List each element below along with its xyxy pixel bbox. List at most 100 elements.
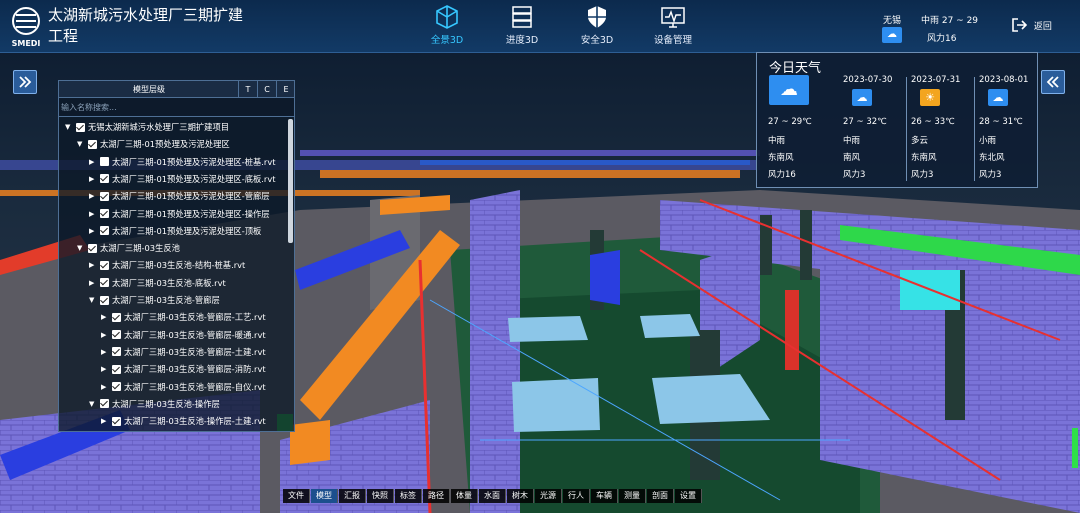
tree-node[interactable]: ▶ 太湖厂三期-01预处理及污泥处理区-顶板 <box>89 224 261 238</box>
expand-caret-icon[interactable]: ▶ <box>89 261 97 269</box>
expand-caret-icon[interactable]: ▶ <box>89 158 97 166</box>
forecast-temp: 28 ~ 31℃ <box>979 117 1023 127</box>
expand-caret-icon[interactable]: ▶ <box>101 365 109 373</box>
forecast-wind-direction: 南风 <box>843 153 861 163</box>
expand-caret-icon[interactable]: ▶ <box>101 383 109 391</box>
tree-node[interactable]: ▶ 太湖厂三期-03生反池-底板.rvt <box>89 276 226 290</box>
visibility-checkbox[interactable] <box>88 243 97 253</box>
expand-caret-icon[interactable]: ▶ <box>89 175 97 183</box>
toolbar-button[interactable]: 水面 <box>479 489 506 503</box>
rain-cloud-icon: ☁ <box>882 27 902 43</box>
visibility-checkbox[interactable] <box>100 260 109 270</box>
tree-node[interactable]: ▶ 太湖厂三期-03生反池-管廊层-暖通.rvt <box>101 328 266 342</box>
visibility-checkbox[interactable] <box>100 157 109 167</box>
toolbar-button[interactable]: 快照 <box>367 489 394 503</box>
visibility-checkbox[interactable] <box>112 416 121 426</box>
tree-node[interactable]: ▶ 太湖厂三期-01预处理及污泥处理区-操作层 <box>89 207 270 221</box>
expand-left-panel-button[interactable] <box>13 70 37 94</box>
visibility-checkbox[interactable] <box>112 312 121 322</box>
visibility-checkbox[interactable] <box>100 295 109 305</box>
toolbar-button[interactable]: 光源 <box>535 489 562 503</box>
toolbar-button[interactable]: 路径 <box>423 489 450 503</box>
tree-scrollbar[interactable] <box>288 119 293 243</box>
visibility-checkbox[interactable] <box>100 174 109 184</box>
forecast-condition: 小雨 <box>979 136 997 146</box>
visibility-checkbox[interactable] <box>100 278 109 288</box>
tree-node[interactable]: ▶ 太湖厂三期-03生反池-管廊层-工艺.rvt <box>101 310 266 324</box>
forecast-condition: 多云 <box>911 136 929 146</box>
nav-panorama-3d[interactable]: 全景3D <box>412 4 482 46</box>
weather-title: 今日天气 <box>769 61 822 76</box>
tree-node-label: 太湖厂三期-03生反池-管廊层-土建.rvt <box>124 346 266 357</box>
nav-safety-3d[interactable]: 安全3D <box>562 4 632 46</box>
back-button[interactable]: 返回 <box>1012 18 1052 32</box>
tree-node-label: 太湖厂三期-03生反池 <box>100 243 180 254</box>
visibility-checkbox[interactable] <box>76 122 85 132</box>
back-label: 返回 <box>1033 21 1052 32</box>
expand-caret-icon[interactable]: ▶ <box>101 417 109 425</box>
collapse-caret-icon[interactable]: ▼ <box>77 140 85 148</box>
expand-caret-icon[interactable]: ▶ <box>101 331 109 339</box>
expand-caret-icon[interactable]: ▶ <box>89 192 97 200</box>
tree-node[interactable]: ▶ 太湖厂三期-03生反池-管廊层-土建.rvt <box>101 345 266 359</box>
smedi-logo: SMEDI <box>12 7 40 48</box>
expand-caret-icon[interactable]: ▶ <box>101 313 109 321</box>
tree-node[interactable]: ▶ 太湖厂三期-03生反池-操作层-土建.rvt <box>101 414 266 428</box>
visibility-checkbox[interactable] <box>112 347 121 357</box>
nav-device-management[interactable]: 设备管理 <box>638 4 708 46</box>
model-search-input[interactable]: 输入名称搜索... <box>59 98 294 117</box>
expand-caret-icon[interactable]: ▶ <box>89 279 97 287</box>
visibility-checkbox[interactable] <box>112 382 121 391</box>
visibility-checkbox[interactable] <box>100 226 109 236</box>
tree-node[interactable]: ▼ 太湖厂三期-03生反池-管廊层 <box>89 293 220 307</box>
nav-progress-3d[interactable]: 进度3D <box>487 4 557 46</box>
tree-node[interactable]: ▼ 无锡太湖新城污水处理厂三期扩建项目 <box>65 120 229 134</box>
bottom-toolbar: 文件 模型 汇报 快照 标签 路径 体量 水面 树木 光源 行人 车辆 测量 剖面 设置 <box>283 489 702 503</box>
toolbar-button[interactable]: 剖面 <box>647 489 674 503</box>
tree-node-label: 太湖厂三期-03生反池-操作层-土建.rvt <box>124 416 266 427</box>
toolbar-button[interactable]: 模型 <box>311 489 338 503</box>
toolbar-button[interactable]: 文件 <box>283 489 310 503</box>
mode-button-e[interactable]: E <box>276 81 295 98</box>
collapse-caret-icon[interactable]: ▼ <box>77 244 85 252</box>
toolbar-button[interactable]: 汇报 <box>339 489 366 503</box>
tree-node-label: 太湖厂三期-03生反池-管廊层-自仪.rvt <box>124 381 266 392</box>
visibility-checkbox[interactable] <box>100 191 109 201</box>
toolbar-button[interactable]: 测量 <box>619 489 646 503</box>
tree-node[interactable]: ▼ 太湖厂三期-03生反池-操作层 <box>89 397 220 411</box>
expand-right-panel-button[interactable] <box>1041 70 1065 94</box>
collapse-caret-icon[interactable]: ▼ <box>89 400 97 408</box>
tree-node[interactable]: ▼ 太湖厂三期-01预处理及污泥处理区 <box>77 137 230 151</box>
forecast-wind-force: 风力3 <box>979 170 1002 180</box>
model-tree-title: 模型层级 <box>133 85 165 94</box>
tree-node[interactable]: ▶ 太湖厂三期-01预处理及污泥处理区-桩基.rvt <box>89 155 276 169</box>
tree-node[interactable]: ▶ 太湖厂三期-03生反池-结构-桩基.rvt <box>89 258 245 272</box>
tree-node[interactable]: ▶ 太湖厂三期-03生反池-管廊层-消防.rvt <box>101 362 266 376</box>
tree-node[interactable]: ▶ 太湖厂三期-03生反池-管廊层-自仪.rvt <box>101 380 266 394</box>
toolbar-button[interactable]: 行人 <box>563 489 590 503</box>
toolbar-button[interactable]: 树木 <box>507 489 534 503</box>
monitor-icon <box>661 7 685 28</box>
toolbar-button[interactable]: 体量 <box>451 489 478 503</box>
mode-button-t[interactable]: T <box>238 81 257 98</box>
model-tree-header: 模型层级 T C E <box>59 81 294 98</box>
tree-node[interactable]: ▼ 太湖厂三期-03生反池 <box>77 241 180 255</box>
visibility-checkbox[interactable] <box>100 399 109 409</box>
toolbar-button[interactable]: 车辆 <box>591 489 618 503</box>
expand-caret-icon[interactable]: ▶ <box>89 227 97 235</box>
toolbar-button[interactable]: 标签 <box>395 489 422 503</box>
visibility-checkbox[interactable] <box>112 364 121 374</box>
tree-node[interactable]: ▶ 太湖厂三期-01预处理及污泥处理区-底板.rvt <box>89 172 276 186</box>
visibility-checkbox[interactable] <box>100 209 109 218</box>
collapse-caret-icon[interactable]: ▼ <box>89 296 97 304</box>
rain-cloud-icon: ☁ <box>769 75 809 105</box>
logout-icon <box>1012 18 1028 32</box>
visibility-checkbox[interactable] <box>88 139 97 149</box>
mode-button-c[interactable]: C <box>257 81 276 98</box>
collapse-caret-icon[interactable]: ▼ <box>65 123 73 131</box>
tree-node[interactable]: ▶ 太湖厂三期-01预处理及污泥处理区-管廊层 <box>89 189 270 203</box>
visibility-checkbox[interactable] <box>112 330 121 340</box>
expand-caret-icon[interactable]: ▶ <box>101 348 109 356</box>
expand-caret-icon[interactable]: ▶ <box>89 210 97 218</box>
toolbar-button[interactable]: 设置 <box>675 489 702 503</box>
